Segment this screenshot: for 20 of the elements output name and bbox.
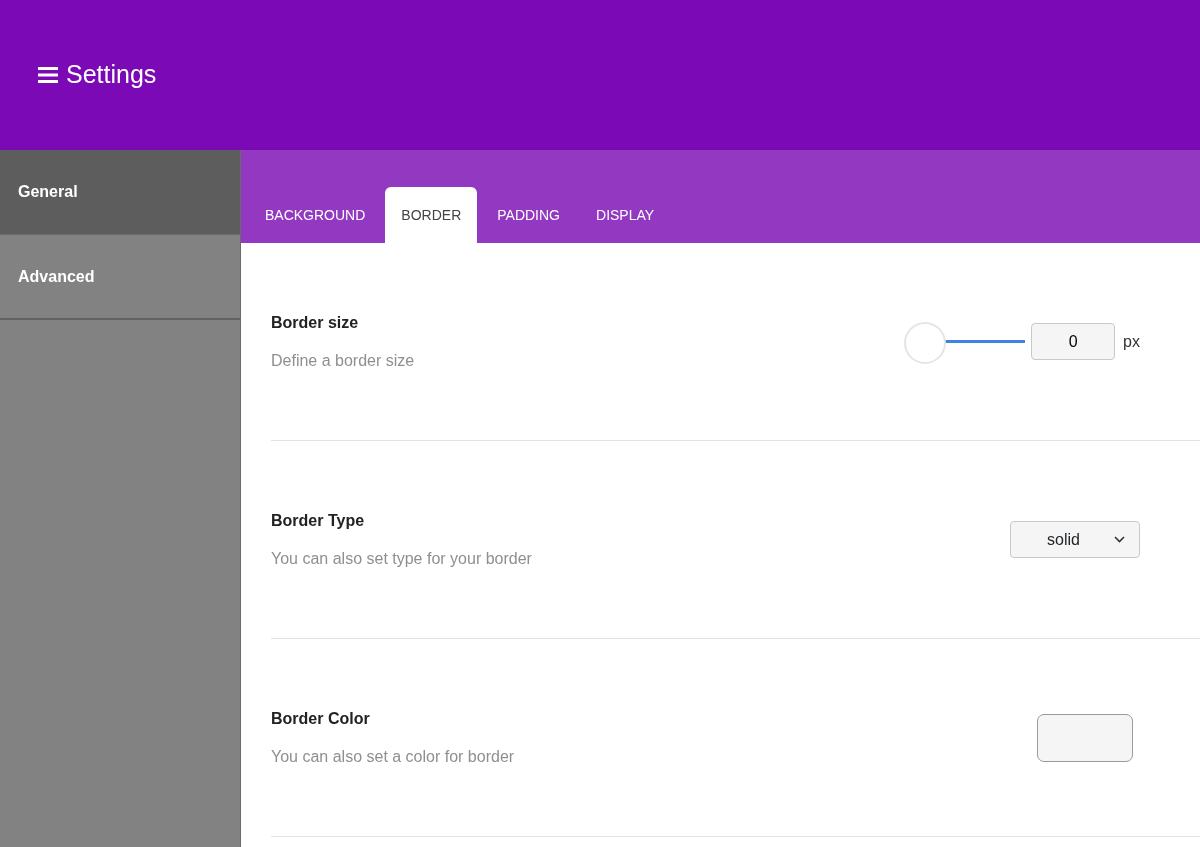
tab[interactable]: BORDER (385, 187, 478, 243)
tab[interactable]: BACKGROUND (249, 187, 382, 243)
sidebar-item[interactable]: General (0, 150, 240, 235)
setting-title: Border size (271, 312, 360, 333)
sidebar-item[interactable]: Advanced (0, 235, 240, 320)
setting-description: You can also set type for your border (271, 548, 532, 569)
type-dropdown[interactable]: solid (1010, 521, 1140, 558)
unit-label: px (1123, 331, 1140, 352)
number-field[interactable]: 0 (1031, 323, 1116, 360)
page-title: Settings (66, 59, 157, 91)
chevron-down-icon (1114, 536, 1125, 543)
tab[interactable]: PADDING (481, 187, 576, 243)
menu-icon[interactable] (38, 67, 58, 83)
tab[interactable]: DISPLAY (580, 187, 671, 243)
setting-description: Define a border size (271, 350, 415, 371)
color-swatch[interactable] (1037, 713, 1133, 762)
setting-title: Border Type (271, 510, 366, 531)
slider-track[interactable] (905, 321, 1026, 362)
setting-description: You can also set a color for border (271, 746, 515, 767)
setting-title: Border Color (271, 708, 371, 729)
